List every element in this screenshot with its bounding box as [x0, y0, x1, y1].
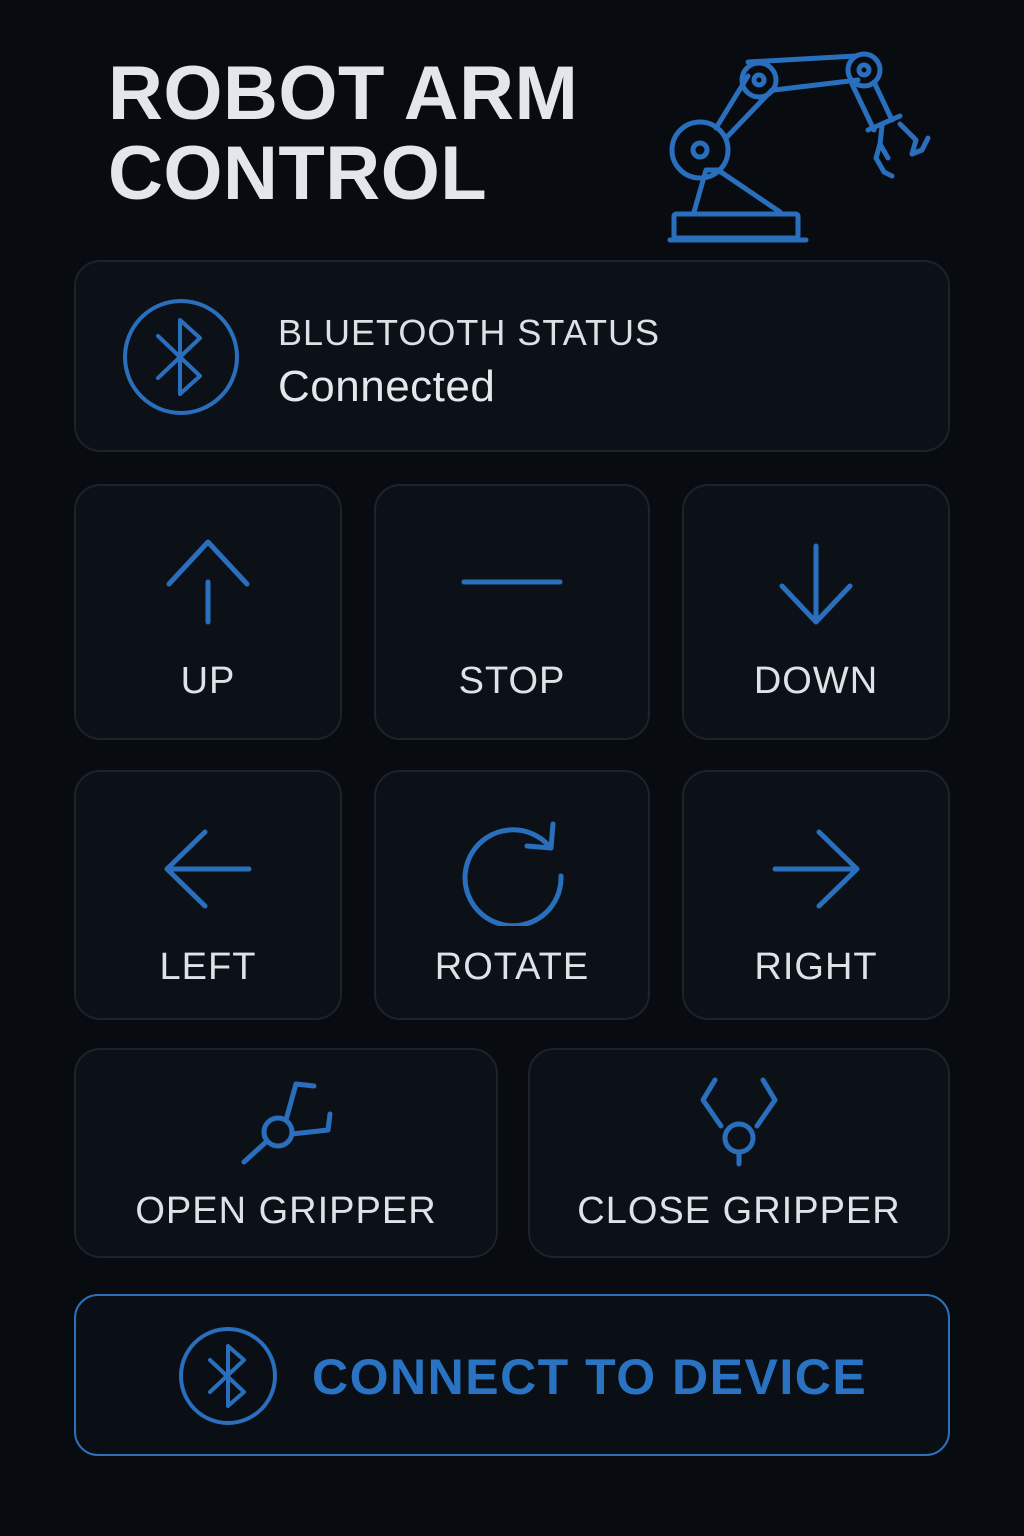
- arrow-left-icon: [164, 829, 252, 909]
- gripper-close-icon: [700, 1077, 778, 1167]
- page-title-line-1: ROBOT ARM: [108, 51, 579, 136]
- stop-line-icon: [461, 579, 563, 585]
- open-gripper-button[interactable]: OPEN GRIPPER: [74, 1048, 498, 1258]
- stop-button-label: STOP: [458, 660, 566, 702]
- left-button-label: LEFT: [159, 946, 257, 988]
- right-button-label: RIGHT: [754, 946, 878, 988]
- arrow-up-icon: [166, 539, 250, 625]
- rotate-icon: [462, 821, 564, 926]
- stop-button[interactable]: STOP: [374, 484, 650, 740]
- down-button-label: DOWN: [753, 660, 879, 702]
- close-gripper-button[interactable]: CLOSE GRIPPER: [528, 1048, 950, 1258]
- right-button[interactable]: RIGHT: [682, 770, 950, 1020]
- arrow-down-icon: [779, 543, 853, 625]
- left-button[interactable]: LEFT: [74, 770, 342, 1020]
- connect-to-device-label: CONNECT TO DEVICE: [312, 1349, 868, 1405]
- page-title-line-2: CONTROL: [108, 131, 488, 216]
- bluetooth-status-card: BLUETOOTH STATUS Connected: [74, 260, 950, 452]
- up-button-label: UP: [180, 660, 236, 702]
- rotate-button-label: ROTATE: [434, 946, 590, 988]
- open-gripper-button-label: OPEN GRIPPER: [135, 1190, 437, 1232]
- arrow-right-icon: [772, 829, 860, 909]
- bluetooth-icon: [123, 299, 239, 415]
- connect-to-device-button[interactable]: CONNECT TO DEVICE: [74, 1294, 950, 1456]
- bluetooth-status-value: Connected: [278, 362, 496, 411]
- down-button[interactable]: DOWN: [682, 484, 950, 740]
- page-title: ROBOT ARM CONTROL: [108, 54, 648, 214]
- bluetooth-status-label: BLUETOOTH STATUS: [278, 312, 661, 353]
- robot-arm-icon: [667, 51, 931, 243]
- gripper-open-icon: [241, 1081, 333, 1165]
- close-gripper-button-label: CLOSE GRIPPER: [577, 1190, 901, 1232]
- up-button[interactable]: UP: [74, 484, 342, 740]
- rotate-button[interactable]: ROTATE: [374, 770, 650, 1020]
- bluetooth-icon: [179, 1327, 277, 1425]
